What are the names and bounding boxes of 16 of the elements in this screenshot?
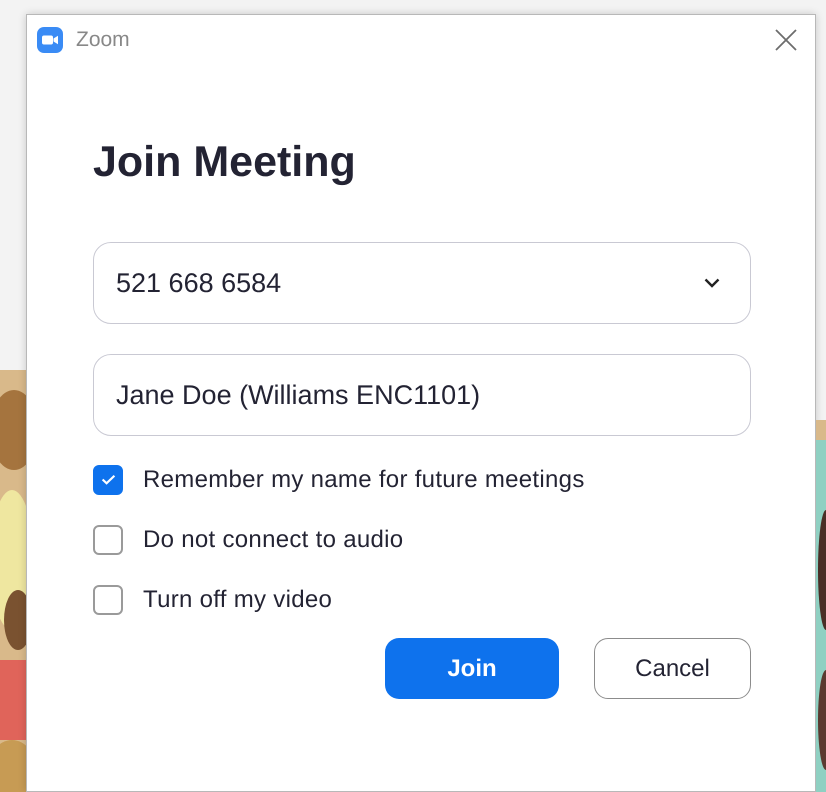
dialog-heading: Join Meeting <box>93 141 357 184</box>
checkmark-icon <box>100 474 116 485</box>
checkbox[interactable] <box>93 524 123 554</box>
video-camera-icon <box>37 27 63 53</box>
checkbox-label: Turn off my video <box>143 586 332 614</box>
window-title: Zoom <box>76 28 130 52</box>
checkbox[interactable] <box>93 464 123 494</box>
cancel-button[interactable]: Cancel <box>594 638 751 699</box>
checkbox[interactable] <box>93 584 123 614</box>
close-button[interactable] <box>775 29 797 51</box>
chevron-down-icon <box>704 278 720 288</box>
checkbox-label: Remember my name for future meetings <box>143 466 585 494</box>
name-input-field[interactable]: Jane Doe (Williams ENC1101) <box>93 354 751 436</box>
checkbox-label: Do not connect to audio <box>143 526 404 554</box>
meeting-id-dropdown[interactable]: 521 668 6584 <box>93 242 751 324</box>
join-button[interactable]: Join <box>385 638 559 699</box>
